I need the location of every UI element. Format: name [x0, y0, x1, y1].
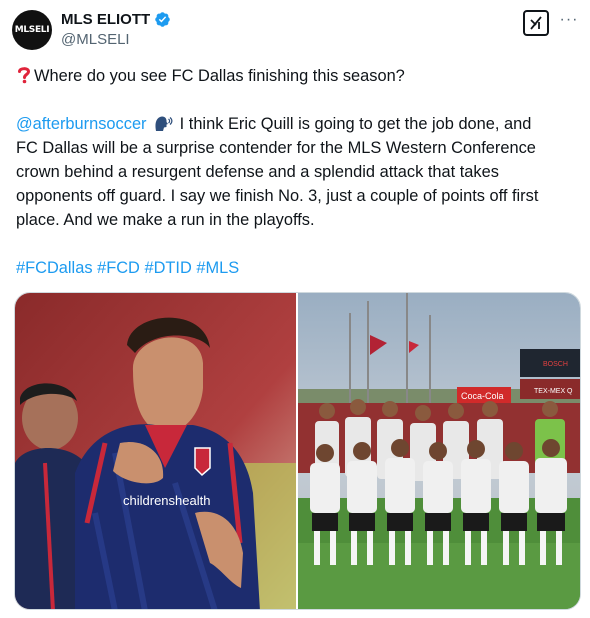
hashtag-link[interactable]: #MLS — [196, 259, 239, 277]
team-photo[interactable]: BOSCH TEX-MEX Q Coca-Cola — [298, 293, 581, 610]
media-gallery[interactable]: childrenshealth BOSCH TEX-MEX Q Coca-Col… — [14, 292, 581, 610]
tweet-line-1: I think Eric Quill is going to get the j… — [179, 115, 532, 133]
player-photo[interactable]: childrenshealth — [15, 293, 296, 610]
tweet-text: Where do you see FC Dallas finishing thi… — [16, 64, 582, 280]
verified-badge-icon — [155, 12, 170, 27]
more-options-icon: ··· — [559, 11, 579, 28]
tweet-question: Where do you see FC Dallas finishing thi… — [34, 67, 405, 85]
hashtag-link[interactable]: #FCD — [97, 259, 140, 277]
author-name-row: MLS ELIOTT — [61, 11, 171, 28]
hashtag-link[interactable]: #DTID — [144, 259, 191, 277]
stadium-sign-bosch: BOSCH — [543, 361, 568, 368]
tweet-line-4: opponents off guard. I say we finish No.… — [16, 187, 539, 205]
hashtag-link[interactable]: #FCDallas — [16, 259, 93, 277]
stadium-sign-texmex: TEX-MEX Q — [534, 388, 573, 395]
display-name[interactable]: MLS ELIOTT — [61, 11, 150, 28]
grok-button[interactable] — [523, 10, 549, 36]
tweet-question-line: Where do you see FC Dallas finishing thi… — [16, 64, 582, 88]
avatar[interactable]: MLSELI — [12, 10, 52, 50]
hashtag-row: #FCDallas #FCD #DTID #MLS — [16, 256, 582, 280]
jersey-sponsor-text: childrenshealth — [123, 493, 210, 508]
avatar-text: MLSELI — [14, 25, 50, 35]
more-options-button[interactable]: ··· — [559, 10, 579, 30]
author-handle[interactable]: @MLSELI — [61, 31, 130, 48]
tweet-line-5: place. And we make a run in the playoffs… — [16, 211, 315, 229]
tweet-body: @afterburnsoccer I think Eric Quill is g… — [16, 112, 582, 232]
tweet-line-3: crown behind a resurgent defense and a s… — [16, 163, 499, 181]
stadium-sign-cocacola: Coca-Cola — [461, 391, 504, 401]
grok-icon — [530, 16, 542, 30]
tweet-line-2: FC Dallas will be a surprise contender f… — [16, 139, 536, 157]
mention-link[interactable]: @afterburnsoccer — [16, 115, 147, 133]
speaking-head-icon — [155, 116, 173, 131]
red-question-mark-icon — [18, 67, 31, 84]
